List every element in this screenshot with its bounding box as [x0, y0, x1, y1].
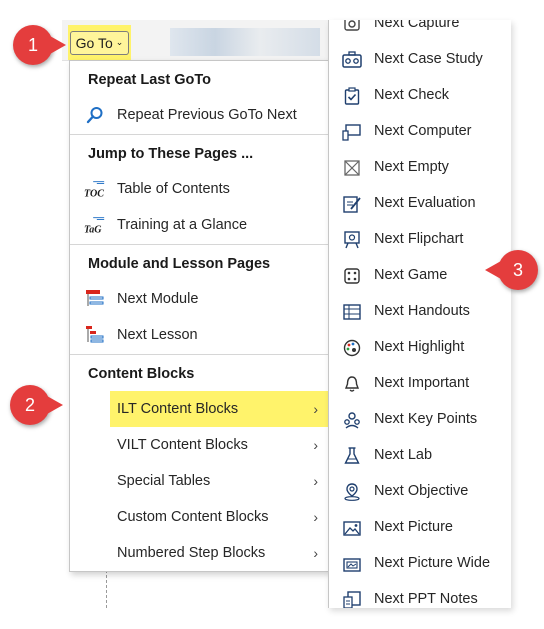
submenu-item-label: Next Handouts — [374, 303, 470, 319]
menu-item-label: Repeat Previous GoTo Next — [117, 107, 297, 123]
svg-text:TOC: TOC — [84, 188, 104, 199]
key-points-icon — [342, 410, 362, 430]
picture-wide-icon — [342, 554, 362, 574]
submenu-item-next-handouts[interactable]: Next Handouts — [329, 294, 511, 330]
submenu-item-label: Next Important — [374, 375, 470, 391]
submenu-item-label: Next Picture Wide — [374, 555, 491, 571]
submenu-item-next-computer[interactable]: Next Computer — [329, 114, 511, 150]
capture-icon — [342, 20, 362, 34]
submenu-item-label: Next Game — [374, 267, 448, 283]
picture-icon — [342, 518, 362, 538]
chevron-right-icon: › — [313, 545, 318, 561]
submenu-item-label: Next Flipchart — [374, 231, 464, 247]
ribbon-thumbnail — [170, 28, 320, 56]
highlight-icon — [342, 338, 362, 358]
menu-item-label: ILT Content Blocks — [117, 401, 239, 417]
submenu-item-label: Next Objective — [374, 483, 469, 499]
goto-button-highlight: Go To ⌄ — [68, 25, 131, 60]
submenu-item-label: Next Lab — [374, 447, 433, 463]
goto-button-label: Go To — [75, 34, 113, 51]
submenu-item-label: Next PPT Notes — [374, 591, 478, 607]
submenu-item-next-empty[interactable]: Next Empty — [329, 150, 511, 186]
menu-item-label: Numbered Step Blocks — [117, 545, 266, 561]
section-heading-jump: Jump to These Pages ... — [88, 145, 254, 162]
chevron-right-icon: › — [313, 473, 318, 489]
tag-icon: TaG — [84, 215, 106, 235]
chevron-right-icon: › — [313, 437, 318, 453]
menu-item-custom-content-blocks[interactable]: Custom Content Blocks › — [70, 499, 328, 535]
lesson-icon — [84, 325, 106, 345]
evaluation-icon — [342, 194, 362, 214]
section-heading-content-blocks: Content Blocks — [88, 365, 195, 382]
goto-menu: Repeat Last GoTo Repeat Previous GoTo Ne… — [69, 60, 329, 572]
menu-item-label: Special Tables — [117, 473, 211, 489]
submenu-item-next-important[interactable]: Next Important — [329, 366, 511, 402]
callout-3: 3 — [485, 250, 538, 290]
case-study-icon — [342, 50, 362, 70]
empty-icon — [342, 158, 362, 178]
menu-item-label: Next Lesson — [117, 327, 198, 343]
submenu-item-label: Next Empty — [374, 159, 449, 175]
submenu-item-label: Next Check — [374, 87, 449, 103]
computer-icon — [342, 122, 362, 142]
submenu-item-next-ppt-notes[interactable]: Next PPT Notes — [329, 582, 511, 608]
flipchart-icon — [342, 230, 362, 250]
game-icon — [342, 266, 362, 286]
submenu-item-next-evaluation[interactable]: Next Evaluation — [329, 186, 511, 222]
submenu-item-label: Next Case Study — [374, 51, 483, 67]
submenu-item-label: Next Computer — [374, 123, 472, 139]
submenu-item-label: Next Key Points — [374, 411, 478, 427]
menu-item-label: VILT Content Blocks — [117, 437, 248, 453]
chevron-right-icon: › — [313, 401, 318, 417]
chevron-right-icon: › — [313, 509, 318, 525]
menu-item-label: Table of Contents — [117, 181, 230, 197]
menu-item-next-module[interactable]: Next Module — [70, 281, 328, 317]
menu-item-label: Next Module — [117, 291, 199, 307]
important-icon — [342, 374, 362, 394]
submenu-item-next-check[interactable]: Next Check — [329, 78, 511, 114]
handouts-icon — [342, 302, 362, 322]
goto-button[interactable]: Go To ⌄ — [69, 30, 130, 55]
submenu-item-label: Next Highlight — [374, 339, 465, 355]
chevron-down-icon: ⌄ — [115, 37, 124, 47]
submenu-item-next-flipchart[interactable]: Next Flipchart — [329, 222, 511, 258]
submenu-item-next-game[interactable]: Next Game — [329, 258, 511, 294]
search-icon — [84, 105, 106, 125]
menu-item-numbered-step-blocks[interactable]: Numbered Step Blocks › — [70, 535, 328, 571]
submenu-item-label: Next Capture — [374, 20, 460, 31]
menu-item-next-lesson[interactable]: Next Lesson — [70, 317, 328, 353]
submenu-item-next-case-study[interactable]: Next Case Study — [329, 42, 511, 78]
menu-item-special-tables[interactable]: Special Tables › — [70, 463, 328, 499]
menu-item-training-at-a-glance[interactable]: TaG Training at a Glance — [70, 207, 328, 243]
submenu-item-next-objective[interactable]: Next Objective — [329, 474, 511, 510]
check-icon — [342, 86, 362, 106]
menu-item-label: Training at a Glance — [117, 217, 248, 233]
submenu-item-next-lab[interactable]: Next Lab — [329, 438, 511, 474]
submenu-item-label: Next Picture — [374, 519, 453, 535]
page-margin-line — [106, 570, 107, 608]
callout-1: 1 — [13, 25, 66, 65]
section-heading-module-lesson: Module and Lesson Pages — [88, 255, 271, 272]
menu-item-vilt-content-blocks[interactable]: VILT Content Blocks › — [70, 427, 328, 463]
toc-icon: TOC — [84, 179, 106, 199]
ppt-notes-icon — [342, 590, 362, 608]
submenu-item-next-highlight[interactable]: Next Highlight — [329, 330, 511, 366]
menu-item-label: Custom Content Blocks — [117, 509, 269, 525]
submenu-item-next-capture[interactable]: Next Capture — [329, 20, 511, 42]
callout-2: 2 — [10, 385, 63, 425]
objective-icon — [342, 482, 362, 502]
menu-item-repeat-previous[interactable]: Repeat Previous GoTo Next — [70, 97, 328, 133]
submenu-item-label: Next Evaluation — [374, 195, 476, 211]
svg-text:TaG: TaG — [84, 224, 102, 235]
ilt-content-blocks-submenu: Next Capture Next Case Study Next Check … — [328, 20, 511, 608]
submenu-item-next-picture[interactable]: Next Picture — [329, 510, 511, 546]
lab-icon — [342, 446, 362, 466]
section-heading-repeat: Repeat Last GoTo — [88, 71, 211, 88]
menu-item-ilt-content-blocks[interactable]: ILT Content Blocks › — [70, 391, 328, 427]
module-icon — [84, 289, 106, 309]
menu-item-table-of-contents[interactable]: TOC Table of Contents — [70, 171, 328, 207]
submenu-item-next-key-points[interactable]: Next Key Points — [329, 402, 511, 438]
submenu-item-next-picture-wide[interactable]: Next Picture Wide — [329, 546, 511, 582]
